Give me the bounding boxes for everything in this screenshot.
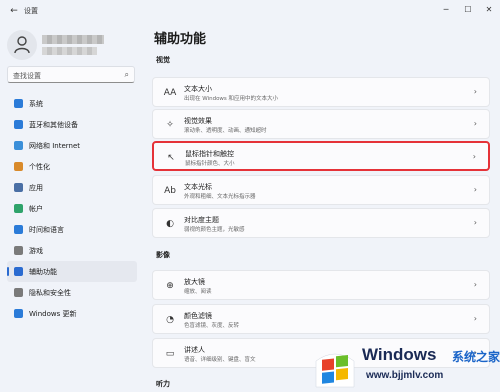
watermark-url: www.bjjmlv.com (366, 370, 444, 381)
windows-logo-icon (315, 353, 355, 388)
card-title: 鼠标指针和触控 (185, 150, 234, 158)
section-label: 听力 (156, 380, 170, 388)
page-title: 辅助功能 (154, 32, 207, 47)
watermark-title: Windows (362, 345, 437, 364)
sidebar-item[interactable]: 个性化 (7, 156, 137, 177)
chevron-right-icon: › (473, 314, 477, 323)
sidebar-item[interactable]: 系统 (7, 93, 137, 114)
pointer-touch-icon: ↖ (167, 153, 175, 163)
chevron-right-icon: › (472, 152, 476, 161)
display-icon (14, 99, 23, 108)
sidebar-item-label: 网络和 Internet (29, 142, 81, 150)
minimize-button[interactable]: ─ (438, 3, 454, 17)
settings-window: ← 设置 ─ ☐ ✕ 查找设置 ⌕ 系统蓝牙和其他设备 网络和 Internet 个… (0, 0, 500, 392)
avatar (7, 30, 37, 60)
apps-icon (14, 183, 23, 192)
section-label: 视觉 (156, 56, 170, 64)
card-title: 对比度主题 (184, 216, 219, 224)
text-size-icon: AA (163, 88, 177, 98)
setting-card[interactable]: AA 文本大小出现在 Windows 和应用中的文本大小 › (152, 77, 490, 107)
shield-icon (14, 288, 23, 297)
chevron-right-icon: › (473, 185, 477, 194)
setting-card[interactable]: ✧ 视觉效果滚动条、透明度、动画、通知超时 › (152, 109, 490, 139)
brush-icon (14, 162, 23, 171)
setting-card[interactable]: Ab 文本光标外观和粗细、文本光标指示器 › (152, 175, 490, 205)
sidebar-nav: 系统蓝牙和其他设备 网络和 Internet 个性化应用帐户时间和语言游戏辅助功能隐… (7, 93, 137, 324)
sidebar-item[interactable]: 蓝牙和其他设备 (7, 114, 137, 135)
accessibility-icon (14, 267, 23, 276)
wifi-icon (14, 141, 23, 150)
setting-card[interactable]: ⊕ 放大镜缩放、阅读 › (152, 270, 490, 300)
magnifier-icon: ⊕ (166, 281, 174, 291)
person-icon (14, 36, 30, 54)
bluetooth-icon (14, 120, 23, 129)
app-title: 设置 (24, 7, 38, 15)
card-title: 文本大小 (184, 85, 212, 93)
sidebar-item-label: 应用 (29, 184, 43, 192)
username-blurred (42, 35, 104, 44)
sidebar-item[interactable]: 应用 (7, 177, 137, 198)
sidebar-item-label: 隐私和安全性 (29, 289, 71, 297)
narrator-icon: ▭ (165, 349, 175, 359)
sparkle-icon: ✧ (166, 120, 174, 130)
gamepad-icon (14, 246, 23, 255)
email-blurred (42, 47, 97, 55)
card-description: 滚动条、透明度、动画、通知超时 (184, 128, 267, 134)
watermark: Windows 系统之家 www.bjjmlv.com (310, 341, 500, 392)
search-placeholder: 查找设置 (13, 72, 41, 80)
sidebar-item-label: 个性化 (29, 163, 50, 171)
update-icon (14, 309, 23, 318)
section-label: 影像 (156, 251, 170, 259)
card-description: 外观和粗细、文本光标指示器 (184, 194, 256, 200)
card-title: 讲述人 (184, 346, 205, 354)
chevron-right-icon: › (473, 218, 477, 227)
sidebar-item[interactable]: 隐私和安全性 (7, 282, 137, 303)
color-filter-icon: ◔ (166, 315, 174, 325)
card-title: 文本光标 (184, 183, 212, 191)
card-description: 出现在 Windows 和应用中的文本大小 (184, 96, 279, 102)
sidebar-item-label: 辅助功能 (29, 268, 57, 276)
sidebar-item[interactable]: Windows 更新 (7, 303, 137, 324)
chevron-right-icon: › (473, 280, 477, 289)
chevron-right-icon: › (473, 87, 477, 96)
setting-card[interactable]: ◔ 颜色滤镜色盲滤镜、灰度、反转 › (152, 304, 490, 334)
search-input[interactable]: 查找设置 ⌕ (7, 66, 135, 83)
sidebar-item[interactable]: 时间和语言 (7, 219, 137, 240)
account-icon (14, 204, 23, 213)
search-icon: ⌕ (124, 70, 129, 79)
sidebar-item-label: Windows 更新 (29, 310, 77, 318)
sidebar-item[interactable]: 网络和 Internet (7, 135, 137, 156)
sidebar-item-label: 帐户 (29, 205, 43, 213)
setting-card[interactable]: ◐ 对比度主题弱视的颜色主题，光敏感 › (152, 208, 490, 238)
sidebar-item[interactable]: 游戏 (7, 240, 137, 261)
watermark-cn: 系统之家 (452, 350, 500, 364)
setting-card[interactable]: ↖ 鼠标指针和触控 鼠标指针颜色、大小 › (152, 141, 490, 171)
sidebar-item-label: 时间和语言 (29, 226, 64, 234)
close-button[interactable]: ✕ (481, 3, 497, 17)
card-title: 放大镜 (184, 278, 205, 286)
card-description: 色盲滤镜、灰度、反转 (184, 323, 240, 329)
back-button[interactable]: ← (8, 5, 20, 17)
maximize-button[interactable]: ☐ (460, 3, 476, 17)
sidebar-item-label: 游戏 (29, 247, 43, 255)
contrast-icon: ◐ (166, 219, 174, 229)
title-bar: ← 设置 ─ ☐ ✕ (0, 0, 500, 24)
card-description: 鼠标指针颜色、大小 (185, 161, 235, 167)
card-title: 颜色滤镜 (184, 312, 212, 320)
card-description: 弱视的颜色主题，光敏感 (184, 227, 245, 233)
card-title: 视觉效果 (184, 117, 212, 125)
sidebar-item[interactable]: 帐户 (7, 198, 137, 219)
sidebar-item[interactable]: 辅助功能 (7, 261, 137, 282)
clock-globe-icon (14, 225, 23, 234)
card-description: 缩放、阅读 (184, 289, 212, 295)
sidebar-item-label: 系统 (29, 100, 43, 108)
sidebar-item-label: 蓝牙和其他设备 (29, 121, 78, 129)
card-description: 语音、详细级别、键盘、盲文 (184, 357, 256, 363)
text-cursor-icon: Ab (164, 186, 176, 196)
chevron-right-icon: › (473, 119, 477, 128)
